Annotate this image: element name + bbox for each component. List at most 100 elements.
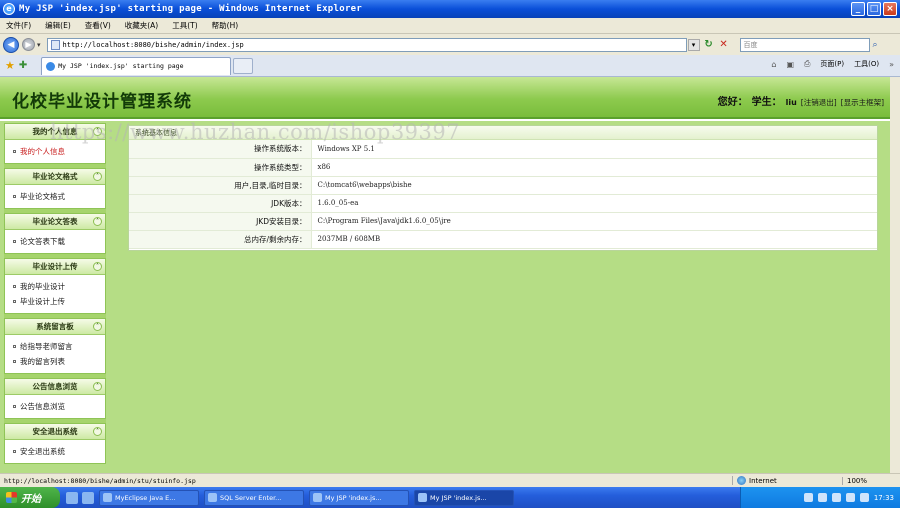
network-icon[interactable]: [859, 493, 869, 502]
sidebar-item-message-teacher[interactable]: 给指导老师留言: [5, 339, 105, 354]
page-icon: [50, 39, 60, 50]
bullet-icon: [13, 300, 16, 303]
sidebar: 我的个人信息 ˄ 我的个人信息 毕业论文格式 ˄ 毕业论文格式 毕业论文答表 ˄ 论文…: [4, 123, 106, 464]
user-info: 您好： 学生： liu [注销退出] [显示主框架]: [718, 93, 884, 108]
logout-link[interactable]: [注销退出]: [801, 97, 837, 108]
home-frame-link[interactable]: [显示主框架]: [841, 97, 884, 108]
sidebar-item-label: 我的留言列表: [20, 357, 65, 366]
minimize-button[interactable]: _: [851, 2, 865, 16]
menu-head-thesis-format[interactable]: 毕业论文格式 ˄: [5, 169, 105, 185]
home-icon[interactable]: ⌂: [771, 60, 776, 69]
start-button[interactable]: 开始: [0, 487, 60, 508]
app-icon: [418, 493, 427, 502]
sidebar-item-my-design[interactable]: 我的毕业设计: [5, 279, 105, 294]
tabs-bar: ★ ✚ My JSP 'index.jsp' starting page ⌂ ▣…: [0, 55, 900, 77]
desktop-quick-icon[interactable]: [82, 491, 94, 504]
forward-button[interactable]: ▶: [22, 38, 35, 51]
tray-icon[interactable]: [831, 493, 841, 502]
ie-quick-icon[interactable]: [66, 491, 78, 504]
bullet-icon: [13, 150, 16, 153]
collapse-icon[interactable]: ˄: [93, 127, 102, 136]
close-button[interactable]: ×: [883, 2, 897, 16]
taskbar-item-sqlserver[interactable]: SQL Server Enter...: [204, 489, 304, 506]
menu-help[interactable]: 帮助(H): [212, 20, 239, 31]
stop-icon[interactable]: ✕: [718, 39, 730, 51]
menu-edit[interactable]: 编辑(E): [45, 20, 71, 31]
search-input[interactable]: 百度: [739, 37, 870, 52]
tray-icon[interactable]: [817, 493, 827, 502]
collapse-icon[interactable]: ˄: [93, 322, 102, 331]
menu-view[interactable]: 查看(V): [85, 20, 111, 31]
menu-group-message-board: 系统留言板 ˄ 给指导老师留言 我的留言列表: [4, 318, 106, 374]
menu-head-defense-form[interactable]: 毕业论文答表 ˄: [5, 214, 105, 230]
clock[interactable]: 17:33: [874, 494, 894, 502]
task-label: SQL Server Enter...: [220, 493, 282, 502]
menu-head-label: 安全退出系统: [32, 427, 78, 436]
collapse-icon[interactable]: ˄: [93, 172, 102, 181]
collapse-icon[interactable]: ˄: [93, 427, 102, 436]
body-area: 我的个人信息 ˄ 我的个人信息 毕业论文格式 ˄ 毕业论文格式 毕业论文答表 ˄ 论文…: [0, 121, 890, 473]
sidebar-item-logout[interactable]: 安全退出系统: [5, 444, 105, 459]
back-button[interactable]: ◀: [3, 36, 19, 53]
print-icon[interactable]: ⎙: [804, 59, 810, 69]
menu-tools[interactable]: 工具(T): [172, 20, 197, 31]
menu-file[interactable]: 文件(F): [6, 20, 31, 31]
add-favorites-icon[interactable]: ✚: [19, 60, 27, 71]
sidebar-item-notices[interactable]: 公告信息浏览: [5, 399, 105, 414]
table-row: 总内存/剩余内存： 2037MB / 608MB: [129, 230, 877, 249]
url-dropdown-icon[interactable]: ▾: [687, 38, 700, 51]
taskbar-item-myeclipse[interactable]: MyEclipse Java E...: [99, 489, 199, 506]
sidebar-item-my-messages[interactable]: 我的留言列表: [5, 354, 105, 369]
collapse-icon[interactable]: ˄: [93, 217, 102, 226]
collapse-icon[interactable]: ˄: [93, 382, 102, 391]
bullet-icon: [13, 240, 16, 243]
collapse-icon[interactable]: ˄: [93, 262, 102, 271]
row-value: 2037MB / 608MB: [311, 230, 877, 249]
url-field[interactable]: http://localhost:8080/bishe/admin/index.…: [46, 37, 687, 52]
bullet-icon: [13, 405, 16, 408]
sidebar-item-thesis-format[interactable]: 毕业论文格式: [5, 189, 105, 204]
more-icon[interactable]: »: [889, 60, 894, 69]
sidebar-item-label: 安全退出系统: [20, 447, 65, 456]
taskbar-item-ie-1[interactable]: My JSP 'index.js...: [309, 489, 409, 506]
menu-head-label: 系统留言板: [36, 322, 74, 331]
window-titlebar[interactable]: e My JSP 'index.jsp' starting page - Win…: [0, 0, 900, 18]
menu-head-message-board[interactable]: 系统留言板 ˄: [5, 319, 105, 335]
maximize-button[interactable]: □: [867, 2, 881, 16]
menu-favorites[interactable]: 收藏夹(A): [125, 20, 158, 31]
sidebar-item-my-info[interactable]: 我的个人信息: [5, 144, 105, 159]
feeds-icon[interactable]: ▣: [786, 60, 794, 69]
menu-group-personal: 我的个人信息 ˄ 我的个人信息: [4, 123, 106, 164]
page-content: 化校毕业设计管理系统 您好： 学生： liu [注销退出] [显示主框架] 我的…: [0, 77, 900, 473]
search-icon[interactable]: ⌕: [873, 40, 878, 50]
favorites-star-icon[interactable]: ★: [5, 59, 15, 72]
refresh-icon[interactable]: ↻: [702, 38, 716, 51]
zoom-level[interactable]: 100%: [842, 476, 900, 485]
row-value: x86: [311, 158, 877, 177]
row-value: Windows XP 5.1: [311, 140, 877, 159]
menu-head-personal[interactable]: 我的个人信息 ˄: [5, 124, 105, 140]
menu-head-label: 公告信息浏览: [32, 382, 78, 391]
sidebar-item-label: 我的毕业设计: [20, 282, 65, 291]
security-zone[interactable]: Internet: [732, 476, 842, 485]
menu-head-design-upload[interactable]: 毕业设计上传 ˄: [5, 259, 105, 275]
sidebar-item-label: 给指导老师留言: [20, 342, 73, 351]
history-dropdown-icon[interactable]: ▾: [37, 41, 41, 49]
tab-index-jsp[interactable]: My JSP 'index.jsp' starting page: [41, 56, 232, 75]
taskbar-item-ie-2[interactable]: My JSP 'index.js...: [414, 489, 514, 506]
greeting-label: 您好：: [717, 97, 748, 108]
address-bar: ◀ ▶ ▾ http://localhost:8080/bishe/admin/…: [0, 34, 900, 55]
volume-icon[interactable]: [845, 493, 855, 502]
sidebar-item-design-upload[interactable]: 毕业设计上传: [5, 294, 105, 309]
page-menu[interactable]: 页面(P): [820, 59, 844, 69]
sidebar-item-label: 论文答表下载: [20, 237, 65, 246]
table-row: JKD安装目录： C:\Program Files\Java\jdk1.6.0_0…: [129, 212, 877, 231]
menu-head-logout[interactable]: 安全退出系统 ˄: [5, 424, 105, 440]
windows-flag-icon: [6, 492, 17, 503]
window-title: My JSP 'index.jsp' starting page - Windo…: [19, 4, 363, 14]
new-tab-button[interactable]: [233, 57, 254, 74]
tools-menu[interactable]: 工具(O): [854, 59, 879, 69]
menu-head-notices[interactable]: 公告信息浏览 ˄: [5, 379, 105, 395]
tray-icon[interactable]: [803, 493, 813, 502]
sidebar-item-defense-download[interactable]: 论文答表下载: [5, 234, 105, 249]
